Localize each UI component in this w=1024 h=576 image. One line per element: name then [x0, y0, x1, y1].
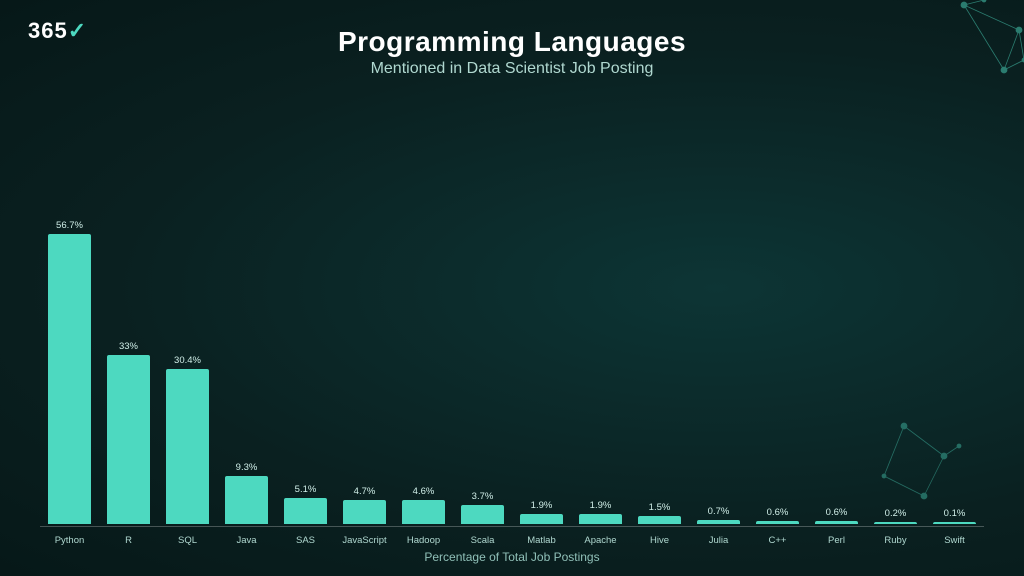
- bar-label-swift: Swift: [925, 535, 984, 546]
- bar-group-r: 33%: [99, 92, 158, 524]
- bar-value-swift: 0.1%: [944, 508, 966, 519]
- bar-sas: [284, 498, 326, 524]
- bar-label-r: R: [99, 535, 158, 546]
- bar-matlab: [520, 514, 562, 524]
- bar-perl: [815, 521, 857, 524]
- bar-value-julia: 0.7%: [708, 506, 730, 517]
- labels-area: PythonRSQLJavaSASJavaScriptHadoopScalaMa…: [40, 531, 984, 546]
- bar-group-sql: 30.4%: [158, 92, 217, 524]
- bar-label-hadoop: Hadoop: [394, 535, 453, 546]
- bar-value-python: 56.7%: [56, 220, 83, 231]
- bar-label-python: Python: [40, 535, 99, 546]
- bar-label-matlab: Matlab: [512, 535, 571, 546]
- bar-value-matlab: 1.9%: [531, 500, 553, 511]
- bar-group-apache: 1.9%: [571, 92, 630, 524]
- bar-value-ruby: 0.2%: [885, 508, 907, 519]
- bar-python: [48, 234, 90, 524]
- bar-label-perl: Perl: [807, 535, 866, 546]
- bar-group-python: 56.7%: [40, 92, 99, 524]
- bar-label-scala: Scala: [453, 535, 512, 546]
- bar-value-apache: 1.9%: [590, 500, 612, 511]
- bar-label-julia: Julia: [689, 535, 748, 546]
- bar-group-java: 9.3%: [217, 92, 276, 524]
- bar-group-hadoop: 4.6%: [394, 92, 453, 524]
- bar-hive: [638, 516, 680, 524]
- bar-swift: [933, 522, 975, 524]
- bar-value-r: 33%: [119, 341, 138, 352]
- bar-value-java: 9.3%: [236, 462, 258, 473]
- bar-value-scala: 3.7%: [472, 491, 494, 502]
- main-content: Programming Languages Mentioned in Data …: [0, 0, 1024, 576]
- bar-label-hive: Hive: [630, 535, 689, 546]
- bar-apache: [579, 514, 621, 524]
- bar-label-javascript: JavaScript: [335, 535, 394, 546]
- bar-label-java: Java: [217, 535, 276, 546]
- baseline: [40, 526, 984, 527]
- bar-group-perl: 0.6%: [807, 92, 866, 524]
- chart-subtitle: Mentioned in Data Scientist Job Posting: [338, 60, 686, 78]
- title-area: Programming Languages Mentioned in Data …: [338, 26, 686, 78]
- bar-value-hive: 1.5%: [649, 502, 671, 513]
- bar-julia: [697, 520, 739, 524]
- bar-value-perl: 0.6%: [826, 507, 848, 518]
- bar-label-apache: Apache: [571, 535, 630, 546]
- bar-group-julia: 0.7%: [689, 92, 748, 524]
- bar-value-sas: 5.1%: [295, 484, 317, 495]
- bar-group-sas: 5.1%: [276, 92, 335, 524]
- bar-value-hadoop: 4.6%: [413, 486, 435, 497]
- bar-group-swift: 0.1%: [925, 92, 984, 524]
- logo: 365✓: [28, 18, 87, 44]
- bar-group-ruby: 0.2%: [866, 92, 925, 524]
- logo-check: ✓: [68, 18, 87, 43]
- bar-label-c++: C++: [748, 535, 807, 546]
- bar-label-sas: SAS: [276, 535, 335, 546]
- bar-group-matlab: 1.9%: [512, 92, 571, 524]
- bar-label-ruby: Ruby: [866, 535, 925, 546]
- bar-java: [225, 476, 267, 524]
- bar-r: [107, 355, 149, 524]
- bar-group-c++: 0.6%: [748, 92, 807, 524]
- x-axis-label: Percentage of Total Job Postings: [40, 546, 984, 566]
- bar-value-c++: 0.6%: [767, 507, 789, 518]
- bar-sql: [166, 369, 208, 524]
- bar-c++: [756, 521, 798, 524]
- bar-ruby: [874, 522, 916, 524]
- bar-javascript: [343, 500, 385, 524]
- bar-value-sql: 30.4%: [174, 355, 201, 366]
- chart-container: 56.7% 33% 30.4% 9.3% 5.1% 4.7% 4.6% 3.7% 1.9% 1.9…: [30, 82, 994, 566]
- bar-scala: [461, 505, 503, 524]
- chart-title: Programming Languages: [338, 26, 686, 58]
- bars-area: 56.7% 33% 30.4% 9.3% 5.1% 4.7% 4.6% 3.7% 1.9% 1.9…: [40, 82, 984, 526]
- bar-group-javascript: 4.7%: [335, 92, 394, 524]
- bar-label-sql: SQL: [158, 535, 217, 546]
- bar-hadoop: [402, 500, 444, 524]
- bar-group-hive: 1.5%: [630, 92, 689, 524]
- bar-value-javascript: 4.7%: [354, 486, 376, 497]
- bar-group-scala: 3.7%: [453, 92, 512, 524]
